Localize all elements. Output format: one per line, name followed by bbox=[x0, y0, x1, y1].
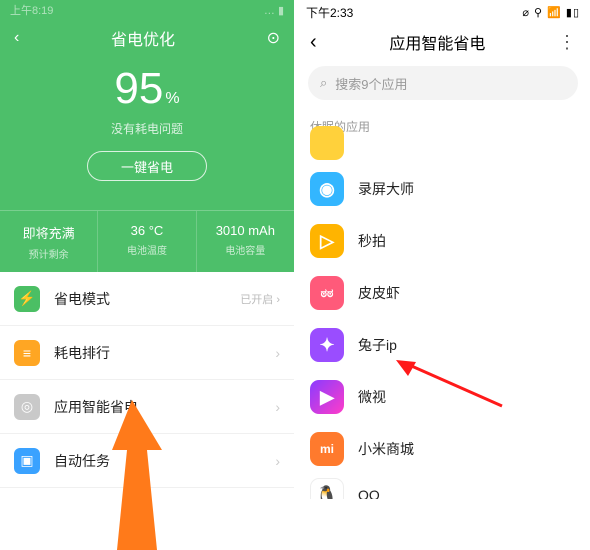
app-row-pipixia[interactable]: ಠಠ 皮皮虾 bbox=[296, 267, 590, 319]
settings-list: ⚡ 省电模式 已开启 › ≡ 耗电排行 › ◎ 应用智能省电 › ▣ 自动任务 … bbox=[0, 272, 294, 488]
target-icon: ◎ bbox=[14, 394, 40, 420]
bolt-icon: ⚡ bbox=[14, 286, 40, 312]
app-row-xiaomi-mall[interactable]: mi 小米商城 bbox=[296, 423, 590, 475]
app-row-miaopai[interactable]: ▷ 秒拍 bbox=[296, 215, 590, 267]
stat-remaining: 即将充满预计剩余 bbox=[0, 211, 97, 272]
more-icon[interactable]: ⋮ bbox=[558, 32, 576, 53]
status-time: 下午2:33 bbox=[306, 4, 353, 21]
left-screenshot: 上午8:19 … ▮ ‹ 省电优化 ⊙ 95% 没有耗电问题 一键省电 即将充满… bbox=[0, 0, 294, 548]
battery-stats: 即将充满预计剩余 36 °C电池温度 3010 mAh电池容量 bbox=[0, 210, 294, 272]
one-key-save-button[interactable]: 一键省电 bbox=[87, 151, 207, 181]
status-bar: 上午8:19 … ▮ bbox=[0, 0, 294, 20]
app-row-qq[interactable]: 🐧 QQ bbox=[296, 475, 590, 499]
app-icon: ◉ bbox=[310, 172, 344, 206]
search-icon: ⌕ bbox=[320, 75, 327, 91]
search-placeholder: 搜索9个应用 bbox=[335, 74, 407, 93]
back-icon[interactable]: ‹ bbox=[310, 31, 317, 54]
app-row-luping[interactable]: ◉ 录屏大师 bbox=[296, 163, 590, 215]
app-row-weishi[interactable]: ▶ 微视 bbox=[296, 371, 590, 423]
app-icon: 🐧 bbox=[310, 478, 344, 499]
chevron-right-icon: › bbox=[275, 345, 280, 361]
item-auto-tasks[interactable]: ▣ 自动任务 › bbox=[0, 434, 294, 488]
app-icon: ✦ bbox=[310, 328, 344, 362]
app-icon: ▷ bbox=[310, 224, 344, 258]
app-icon bbox=[310, 126, 344, 160]
list-icon: ≡ bbox=[14, 340, 40, 366]
search-input[interactable]: ⌕ 搜索9个应用 bbox=[308, 66, 578, 100]
back-icon[interactable]: ‹ bbox=[14, 29, 19, 47]
chevron-right-icon: › bbox=[275, 453, 280, 469]
battery-hero: 上午8:19 … ▮ ‹ 省电优化 ⊙ 95% 没有耗电问题 一键省电 即将充满… bbox=[0, 0, 294, 272]
item-right-text: 已开启 › bbox=[240, 291, 280, 307]
settings-icon[interactable]: ⊙ bbox=[267, 28, 280, 48]
percent-value: 95 bbox=[114, 64, 163, 113]
app-icon: mi bbox=[310, 432, 344, 466]
chevron-right-icon: › bbox=[275, 399, 280, 415]
item-power-save-mode[interactable]: ⚡ 省电模式 已开启 › bbox=[0, 272, 294, 326]
stat-temp: 36 °C电池温度 bbox=[97, 211, 195, 272]
task-icon: ▣ bbox=[14, 448, 40, 474]
app-icon: ▶ bbox=[310, 380, 344, 414]
battery-subtext: 没有耗电问题 bbox=[0, 120, 294, 137]
status-time: 上午8:19 bbox=[10, 2, 53, 18]
app-row-tuzi-ip[interactable]: ✦ 兔子ip bbox=[296, 319, 590, 371]
page-title: 省电优化 bbox=[111, 26, 175, 50]
stat-capacity: 3010 mAh电池容量 bbox=[196, 211, 294, 272]
page-title: 应用智能省电 bbox=[389, 30, 485, 54]
status-icons: ⌀ ⚲ 📶 ▮▯ bbox=[522, 6, 580, 19]
app-row[interactable] bbox=[296, 141, 590, 163]
item-power-ranking[interactable]: ≡ 耗电排行 › bbox=[0, 326, 294, 380]
item-app-smart-save[interactable]: ◎ 应用智能省电 › bbox=[0, 380, 294, 434]
percent-unit: % bbox=[165, 90, 179, 107]
status-bar: 下午2:33 ⌀ ⚲ 📶 ▮▯ bbox=[296, 0, 590, 24]
status-icons: … ▮ bbox=[264, 4, 284, 17]
battery-percent: 95% bbox=[0, 64, 294, 114]
app-icon: ಠಠ bbox=[310, 276, 344, 310]
right-screenshot: 下午2:33 ⌀ ⚲ 📶 ▮▯ ‹ 应用智能省电 ⋮ ⌕ 搜索9个应用 休眠的应… bbox=[296, 0, 590, 548]
